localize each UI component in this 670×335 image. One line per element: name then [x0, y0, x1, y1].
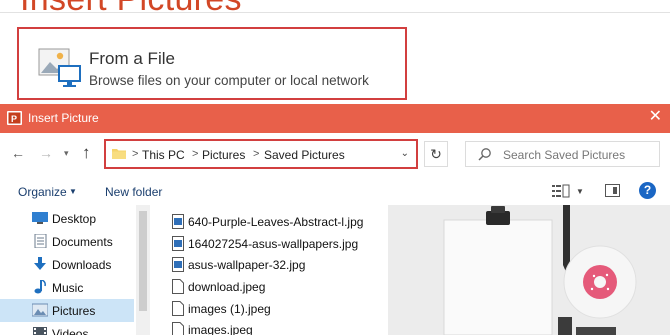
refresh-icon[interactable]: ↻: [424, 141, 448, 167]
breadcrumb-pictures[interactable]: Pictures: [202, 148, 245, 162]
new-folder-button[interactable]: New folder: [105, 185, 162, 199]
back-arrow-icon[interactable]: ←: [11, 145, 25, 161]
nav-item-label: Documents: [52, 235, 113, 249]
breadcrumb-saved-pictures[interactable]: Saved Pictures: [264, 148, 345, 162]
address-bar[interactable]: > This PC > Pictures > Saved Pictures ⌄: [104, 139, 418, 169]
breadcrumb-this-pc[interactable]: This PC: [142, 148, 185, 162]
nav-item-label: Desktop: [52, 212, 97, 226]
image-file-icon: [172, 214, 184, 229]
nav-item-label: Videos: [52, 327, 89, 335]
nav-item-videos[interactable]: Videos: [0, 322, 134, 335]
file-name: images (1).jpeg: [188, 302, 271, 316]
insert-pictures-heading: Insert Pictures: [20, 0, 242, 19]
image-file-icon: [172, 257, 184, 272]
blank-file-icon: [172, 279, 184, 294]
breadcrumb-separator: >: [132, 148, 139, 160]
picture-on-computer-icon: [38, 48, 81, 87]
file-list: 640-Purple-Leaves-Abstract-l.jpg 1640272…: [150, 205, 385, 335]
screen: Insert Pictures From a File Browse files…: [0, 0, 670, 335]
file-name: download.jpeg: [188, 280, 266, 294]
preview-pane: [388, 205, 670, 335]
help-icon[interactable]: ?: [639, 182, 656, 199]
preview-pane-icon[interactable]: [605, 184, 620, 197]
navigation-pane: Desktop Documents Downloads Music Pictur…: [0, 205, 150, 335]
from-a-file-option[interactable]: From a File Browse files on your compute…: [17, 27, 407, 100]
scrollbar-thumb[interactable]: [139, 211, 147, 311]
navigation-scrollbar[interactable]: [136, 205, 150, 335]
nav-item-label: Music: [52, 281, 84, 295]
folder-icon: [112, 149, 126, 159]
from-a-file-title: From a File: [89, 49, 175, 68]
change-view-icon[interactable]: [552, 184, 570, 198]
file-name: 164027254-asus-wallpapers.jpg: [188, 237, 359, 251]
nav-item-desktop[interactable]: Desktop: [0, 207, 134, 230]
blank-file-icon: [172, 301, 184, 316]
organize-dropdown-icon[interactable]: ▼: [69, 187, 77, 196]
pictures-icon: [32, 303, 48, 317]
blank-file-icon: [172, 322, 184, 335]
documents-icon: [34, 234, 47, 248]
address-dropdown-icon[interactable]: ⌄: [401, 148, 409, 159]
file-name: 640-Purple-Leaves-Abstract-l.jpg: [188, 215, 364, 229]
nav-item-downloads[interactable]: Downloads: [0, 253, 134, 276]
title-bar: P Insert Picture ✕: [0, 104, 670, 133]
search-icon: [478, 148, 491, 161]
nav-item-label: Pictures: [52, 304, 96, 318]
recent-locations-chevron-icon[interactable]: ▾: [64, 148, 69, 159]
nav-item-label: Downloads: [52, 258, 112, 272]
preview-image: [388, 205, 670, 335]
forward-arrow-icon[interactable]: →: [39, 145, 53, 161]
powerpoint-icon: P: [7, 111, 22, 125]
from-a-file-subtitle: Browse files on your computer or local n…: [89, 73, 369, 88]
up-arrow-icon[interactable]: ↑: [82, 143, 91, 163]
organize-button[interactable]: Organize: [18, 185, 67, 199]
view-dropdown-icon[interactable]: ▼: [576, 187, 584, 196]
window-title: Insert Picture: [28, 111, 99, 125]
nav-item-music[interactable]: Music: [0, 276, 134, 299]
close-icon[interactable]: ✕: [649, 109, 662, 125]
search-box[interactable]: Search Saved Pictures: [465, 141, 660, 167]
file-name: images.jpeg: [188, 323, 253, 335]
command-bar: Organize ▼ New folder ▼ ?: [0, 177, 670, 205]
divider: [0, 12, 670, 13]
breadcrumb-separator: >: [253, 148, 260, 160]
insert-picture-dialog: P Insert Picture ✕ ← → ▾ ↑ > This PC > P…: [0, 104, 670, 335]
navigation-bar: ← → ▾ ↑ > This PC > Pictures > Saved Pic…: [0, 133, 670, 177]
videos-icon: [33, 327, 47, 335]
file-name: asus-wallpaper-32.jpg: [188, 258, 306, 272]
nav-item-documents[interactable]: Documents: [0, 230, 134, 253]
music-icon: [34, 280, 46, 294]
downloads-icon: [34, 257, 46, 270]
image-file-icon: [172, 236, 184, 251]
breadcrumb-separator: >: [192, 148, 199, 160]
search-placeholder: Search Saved Pictures: [503, 148, 626, 162]
svg-text:P: P: [11, 114, 17, 124]
nav-item-pictures[interactable]: Pictures: [0, 299, 134, 322]
desktop-icon: [32, 212, 48, 224]
